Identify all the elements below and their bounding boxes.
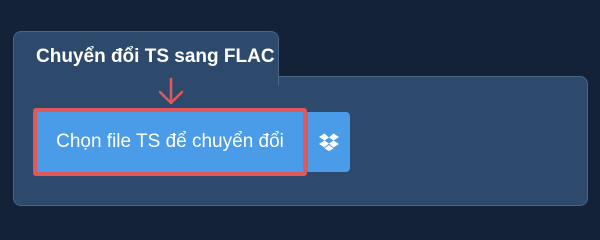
tab-title: Chuyển đổi TS sang FLAC: [36, 46, 275, 67]
dropbox-icon: [319, 133, 339, 151]
dropbox-button[interactable]: [307, 112, 350, 172]
arrow-down-icon: [158, 78, 184, 105]
highlight-box: [33, 108, 307, 176]
converter-tab: Chuyển đổi TS sang FLAC: [13, 31, 279, 86]
